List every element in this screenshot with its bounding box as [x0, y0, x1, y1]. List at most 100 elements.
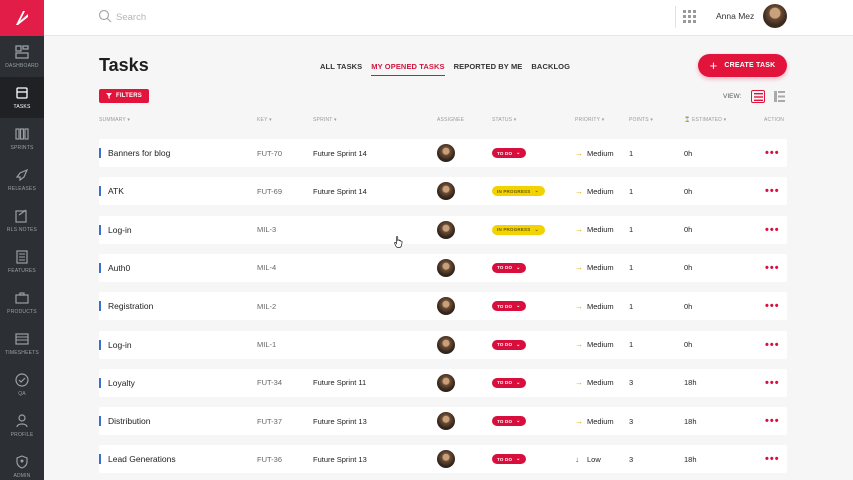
tab-all-tasks[interactable]: ALL TASKS: [320, 62, 362, 76]
assignee-avatar[interactable]: [437, 373, 455, 392]
sidebar-item-timesheets[interactable]: TIMESHEETS: [0, 323, 44, 364]
tab-my-opened-tasks[interactable]: MY OPENED TASKS: [371, 62, 445, 76]
table-row[interactable]: Loyalty FUT-34 Future Sprint 11 TO DO ⌄ → Medi…: [99, 368, 787, 397]
more-actions-icon[interactable]: •••: [765, 407, 780, 435]
status-dropdown[interactable]: TO DO ⌄: [492, 416, 526, 427]
sidebar-item-qa[interactable]: QA: [0, 364, 44, 405]
apps-grid-icon[interactable]: [683, 10, 696, 23]
more-actions-icon[interactable]: •••: [765, 177, 780, 205]
task-key[interactable]: MIL-3: [257, 216, 276, 244]
tab-backlog[interactable]: BACKLOG: [531, 62, 570, 76]
table-row[interactable]: Banners for blog FUT-70 Future Sprint 14 TO…: [99, 139, 787, 167]
user-avatar[interactable]: [763, 4, 787, 28]
user-name[interactable]: Anna Mez: [716, 11, 754, 21]
search-input[interactable]: [116, 9, 316, 25]
task-summary[interactable]: Log-in: [108, 216, 132, 244]
status-dropdown[interactable]: IN PROGRESS ⌄: [492, 186, 545, 197]
sidebar-item-admin[interactable]: ADMIN: [0, 446, 44, 480]
table-row[interactable]: ATK FUT-69 Future Sprint 14 IN PROGRESS ⌄ → Me…: [99, 177, 787, 206]
table-row[interactable]: Registration MIL-2 TO DO ⌄ → Medium 1 0h •••: [99, 292, 787, 321]
sidebar-item-label: QA: [18, 391, 26, 397]
priority-medium-icon: →: [575, 186, 583, 196]
status-dropdown[interactable]: TO DO ⌄: [492, 262, 526, 273]
page-title: Tasks: [99, 55, 149, 75]
assignee-avatar[interactable]: [437, 412, 455, 431]
assignee-avatar[interactable]: [437, 144, 455, 162]
priority-label: Medium: [587, 148, 614, 158]
status-dropdown[interactable]: IN PROGRESS ⌄: [492, 224, 545, 235]
column-estimated[interactable]: ⌛ ESTIMATED ▾: [684, 117, 726, 123]
sidebar-item-products[interactable]: PRODUCTS: [0, 282, 44, 323]
task-summary[interactable]: ATK: [108, 177, 124, 205]
task-key[interactable]: MIL-4: [257, 254, 276, 282]
chevron-down-icon: ⌄: [516, 303, 521, 310]
task-summary[interactable]: Registration: [108, 292, 153, 320]
task-summary[interactable]: Auth0: [108, 254, 130, 282]
assignee-avatar[interactable]: [437, 182, 455, 201]
task-summary[interactable]: Banners for blog: [108, 139, 170, 167]
status-label: TO DO: [497, 380, 513, 386]
sidebar-item-sprints[interactable]: SPRINTS: [0, 118, 44, 159]
chevron-down-icon: ⌄: [516, 379, 521, 386]
status-dropdown[interactable]: TO DO ⌄: [492, 148, 526, 158]
table-row[interactable]: Lead Generations FUT-36 Future Sprint 13 TO…: [99, 445, 787, 474]
task-key[interactable]: FUT-37: [257, 407, 282, 435]
tab-reported-by-me[interactable]: REPORTED BY ME: [454, 62, 523, 76]
more-actions-icon[interactable]: •••: [765, 445, 780, 473]
status-dropdown[interactable]: TO DO ⌄: [492, 454, 526, 465]
column-status[interactable]: STATUS ▾: [492, 117, 516, 123]
sidebar-item-profile[interactable]: PROFILE: [0, 405, 44, 446]
more-actions-icon[interactable]: •••: [765, 292, 780, 320]
task-summary[interactable]: Log-in: [108, 331, 132, 359]
sidebar-item-rls-notes[interactable]: RLS NOTES: [0, 200, 44, 241]
column-sprint[interactable]: SPRINT ▾: [313, 117, 337, 123]
column-points[interactable]: POINTS ▾: [629, 117, 653, 123]
search-icon[interactable]: [98, 9, 112, 23]
task-key[interactable]: FUT-70: [257, 139, 282, 167]
column-summary[interactable]: SUMMARY ▾: [99, 117, 130, 123]
task-summary[interactable]: Loyalty: [108, 369, 135, 397]
task-summary[interactable]: Distribution: [108, 407, 151, 435]
filter-icon: [106, 93, 113, 99]
detail-view-icon[interactable]: [774, 91, 785, 102]
more-actions-icon[interactable]: •••: [765, 216, 780, 244]
tasks-icon: [16, 87, 28, 99]
status-label: IN PROGRESS: [497, 227, 531, 233]
filters-button[interactable]: FILTERS: [99, 89, 149, 103]
table-row[interactable]: Auth0 MIL-4 TO DO ⌄ → Medium 1 0h •••: [99, 253, 787, 282]
more-actions-icon[interactable]: •••: [765, 139, 780, 167]
table-row[interactable]: Distribution FUT-37 Future Sprint 13 TO DO ⌄…: [99, 407, 787, 436]
sidebar-item-releases[interactable]: RELEASES: [0, 159, 44, 200]
task-key[interactable]: MIL-2: [257, 292, 276, 320]
task-key[interactable]: FUT-36: [257, 445, 282, 473]
table-row[interactable]: Log-in MIL-1 TO DO ⌄ → Medium 1 0h •••: [99, 330, 787, 359]
task-points: 1: [629, 225, 634, 235]
assignee-avatar[interactable]: [437, 297, 455, 316]
status-dropdown[interactable]: TO DO ⌄: [492, 339, 526, 350]
status-dropdown[interactable]: TO DO ⌄: [492, 377, 526, 388]
column-priority[interactable]: PRIORITY ▾: [575, 117, 604, 123]
column-key[interactable]: KEY ▾: [257, 117, 272, 123]
assignee-avatar[interactable]: [437, 258, 455, 277]
more-actions-icon[interactable]: •••: [765, 331, 780, 359]
more-actions-icon[interactable]: •••: [765, 254, 780, 282]
task-key[interactable]: FUT-34: [257, 369, 282, 397]
status-dropdown[interactable]: TO DO ⌄: [492, 301, 526, 312]
sidebar-item-dashboard[interactable]: DASHBOARD: [0, 36, 44, 77]
more-actions-icon[interactable]: •••: [765, 369, 780, 397]
create-task-button[interactable]: + CREATE TASK: [698, 54, 787, 77]
sidebar-item-features[interactable]: FEATURES: [0, 241, 44, 282]
rocket-icon: [15, 168, 29, 182]
task-key[interactable]: MIL-1: [257, 331, 276, 359]
chevron-down-icon: ⌄: [534, 188, 539, 195]
list-view-toggle[interactable]: [751, 90, 765, 103]
sidebar-item-tasks[interactable]: TASKS: [0, 77, 44, 118]
table-row[interactable]: Log-in MIL-3 IN PROGRESS ⌄ → Medium 1 0h •••: [99, 215, 787, 244]
assignee-avatar[interactable]: [437, 450, 455, 469]
app-logo[interactable]: [0, 0, 44, 36]
status-label: TO DO: [497, 418, 513, 424]
task-summary[interactable]: Lead Generations: [108, 445, 176, 473]
task-key[interactable]: FUT-69: [257, 177, 282, 205]
assignee-avatar[interactable]: [437, 335, 455, 354]
assignee-avatar[interactable]: [437, 220, 455, 239]
